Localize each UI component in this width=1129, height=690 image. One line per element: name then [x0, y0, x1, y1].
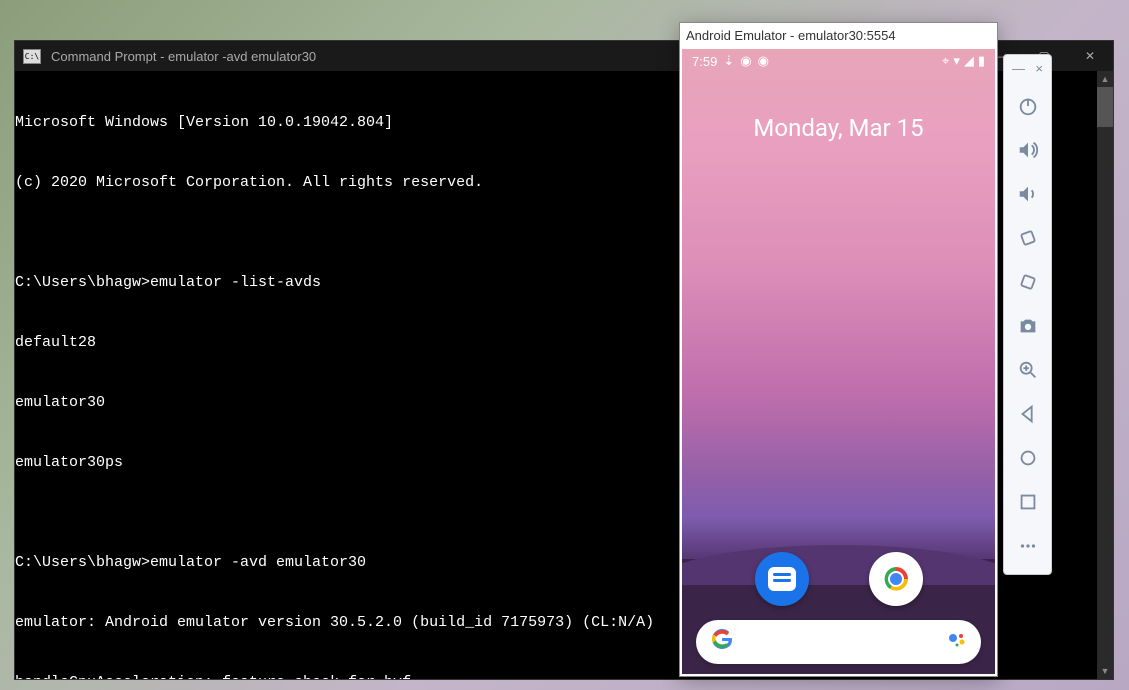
assistant-icon[interactable]: [947, 630, 967, 655]
android-emulator-window: Android Emulator - emulator30:5554 7:59 …: [679, 22, 998, 677]
cmd-scrollbar[interactable]: ▲ ▼: [1097, 71, 1113, 679]
wifi-icon: ▾: [953, 53, 960, 69]
close-button[interactable]: ✕: [1067, 41, 1113, 71]
volume-up-button[interactable]: [1004, 128, 1051, 172]
android-statusbar[interactable]: 7:59 ⇣ ◉ ◉ ⌖ ▾ ◢ ▮: [682, 49, 995, 73]
globe-icon: ◉: [740, 53, 751, 69]
home-date[interactable]: Monday, Mar 15: [682, 114, 995, 142]
google-logo-icon: [710, 627, 734, 657]
messages-app-icon[interactable]: [755, 552, 809, 606]
rotate-left-button[interactable]: [1004, 216, 1051, 260]
more-button[interactable]: [1004, 524, 1051, 568]
signal-icon: ◢: [964, 53, 974, 69]
status-time: 7:59: [692, 54, 717, 69]
battery-icon: ▮: [978, 53, 985, 69]
location-icon: ⌖: [942, 53, 949, 69]
rotate-right-button[interactable]: [1004, 260, 1051, 304]
google-search-bar[interactable]: [696, 620, 981, 664]
emulator-minimize-button[interactable]: —: [1012, 61, 1025, 76]
scrollbar-thumb[interactable]: [1097, 87, 1113, 127]
overview-button[interactable]: [1004, 480, 1051, 524]
globe-icon: ◉: [758, 53, 769, 69]
volume-down-button[interactable]: [1004, 172, 1051, 216]
emulator-toolbar: — ×: [1003, 54, 1052, 575]
emulator-close-button[interactable]: ×: [1035, 61, 1043, 76]
scrollbar-up-icon[interactable]: ▲: [1097, 71, 1113, 87]
status-right: ⌖ ▾ ◢ ▮: [942, 53, 985, 69]
chrome-app-icon[interactable]: [869, 552, 923, 606]
cmd-app-icon: C:\: [23, 49, 41, 64]
status-left: 7:59 ⇣ ◉ ◉: [692, 53, 769, 69]
emulator-titlebar[interactable]: Android Emulator - emulator30:5554: [680, 23, 997, 47]
back-button[interactable]: [1004, 392, 1051, 436]
home-button[interactable]: [1004, 436, 1051, 480]
power-button[interactable]: [1004, 84, 1051, 128]
home-dock: [682, 552, 995, 606]
zoom-button[interactable]: [1004, 348, 1051, 392]
download-icon: ⇣: [723, 53, 734, 69]
camera-button[interactable]: [1004, 304, 1051, 348]
scrollbar-down-icon[interactable]: ▼: [1097, 663, 1113, 679]
emulator-screen[interactable]: 7:59 ⇣ ◉ ◉ ⌖ ▾ ◢ ▮ Monday, Mar 15: [682, 49, 995, 674]
emulator-title: Android Emulator - emulator30:5554: [686, 28, 896, 43]
